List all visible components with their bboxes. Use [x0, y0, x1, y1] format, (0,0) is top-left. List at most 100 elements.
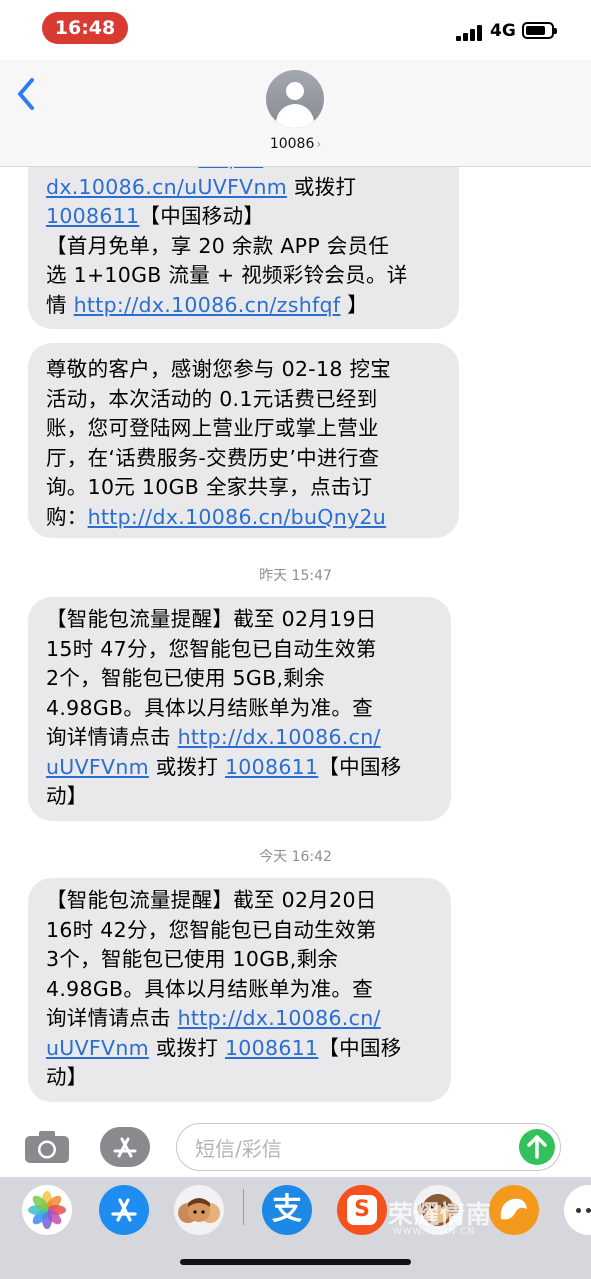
message-text: 】 [340, 292, 368, 317]
message-line: 厅，在‘话费服务-交费历史’中进行查 [46, 444, 443, 474]
message-line: 动】 [46, 782, 435, 812]
camera-button[interactable] [24, 1130, 70, 1164]
message-link[interactable]: dx.10086.cn/uUVFVnm [46, 175, 287, 199]
message-text: 【中国移动】 [139, 204, 265, 228]
imessage-app-drawer: 支 S 荣耀情南 WWW.YEWN.CN [0, 1177, 591, 1279]
message-line: 选 1+10GB 流量 + 视频彩铃会员。详 [46, 261, 443, 291]
status-time[interactable]: 16:48 [42, 12, 128, 44]
message-text: 购： [46, 504, 88, 529]
message-bubble[interactable]: 【智能包流量提醒】截至 02月20日 16时 42分，您智能包已自动生效第 3个，智… [28, 878, 451, 1102]
message-bubble[interactable]: 尊敬的客户，感谢您参与 02-18 挖宝 活动，本次活动的 0.1元话费已经到 账，… [28, 343, 459, 538]
message-line: 【智能包流量提醒】截至 02月19日 [46, 605, 435, 635]
message-text: 或拨打 [148, 754, 225, 779]
sogou-app-icon[interactable]: S [337, 1185, 387, 1235]
uc-browser-app-icon[interactable] [489, 1185, 539, 1235]
battery-icon [522, 22, 557, 39]
message-text: 情 [46, 292, 74, 317]
message-line: 情 http://dx.10086.cn/zshfqf 】 [46, 291, 443, 321]
message-link[interactable]: uUVFVnm [46, 1036, 149, 1060]
message-line: 【智能包流量提醒】截至 02月20日 [46, 886, 435, 916]
message-text: 询。10元 10GB 全家共享，点击订 [46, 475, 373, 499]
photos-app-icon[interactable] [22, 1185, 72, 1235]
timestamp-time: 15:47 [291, 568, 332, 584]
message-text: 【智能包流量提醒】截至 02月19日 [46, 607, 377, 631]
conversation-header: 10086 › [0, 60, 591, 167]
chevron-right-icon: › [316, 137, 322, 151]
message-timestamp: 今天 16:42 [0, 846, 591, 866]
message-line: 活动，本次活动的 0.1元话费已经到 [46, 385, 443, 415]
contact-avatar[interactable] [266, 70, 324, 128]
message-line: 动】 [46, 1063, 435, 1093]
message-text: 动】 [46, 784, 88, 808]
message-text: 【中国移 [318, 1035, 402, 1060]
message-line: 4.98GB。具体以月结账单为准。查 [46, 694, 435, 724]
message-text: 活动，本次活动的 0.1元话费已经到 [46, 386, 378, 411]
app-store-drawer-button[interactable] [100, 1127, 150, 1167]
watermark-logo: 荣耀情南 [388, 1200, 493, 1229]
message-text: 16时 42分，您智能包已自动生效第 [46, 917, 377, 942]
message-link[interactable]: http://dx.10086.cn/buQny2u [88, 505, 386, 529]
message-bubble[interactable]: 【智能包流量提醒】截至 02月19日 15时 47分，您智能包已自动生效第 2个，智… [28, 597, 451, 821]
network-type: 4G [490, 21, 516, 41]
message-text: 查询详情请点击 [46, 167, 198, 169]
contact-name-button[interactable]: 10086 › [0, 136, 591, 152]
timestamp-day: 昨天 [259, 568, 288, 584]
message-line: 4.98GB。具体以月结账单为准。查 [46, 975, 435, 1005]
status-bar: 16:48 4G [0, 0, 591, 60]
message-line: 3个，智能包已使用 10GB,剩余 [46, 945, 435, 975]
message-line: 2个，智能包已使用 5GB,剩余 [46, 664, 435, 694]
message-text: 【首月免单，享 20 余款 APP 会员任 [46, 233, 390, 258]
message-text: 或拨打 [287, 174, 357, 199]
more-apps-icon[interactable] [564, 1185, 591, 1235]
app-store-app-icon[interactable] [99, 1185, 149, 1235]
message-text: 动】 [46, 1065, 88, 1089]
person-icon [286, 82, 304, 100]
arrow-up-icon [527, 1135, 547, 1159]
timestamp-day: 今天 [259, 849, 288, 865]
message-line: 1008611【中国移动】 [46, 202, 443, 232]
message-line: 账，您可登陆网上营业厅或掌上营业 [46, 414, 443, 444]
message-text: 账，您可登陆网上营业厅或掌上营业 [46, 416, 379, 440]
message-input[interactable] [193, 1134, 497, 1164]
alipay-app-icon[interactable]: 支 [262, 1185, 312, 1235]
message-link[interactable]: http:// [198, 167, 263, 169]
message-link[interactable]: uUVFVnm [46, 755, 149, 779]
message-text: 15时 47分，您智能包已自动生效第 [46, 636, 377, 661]
message-timestamp: 昨天 15:47 [0, 565, 591, 585]
message-link[interactable]: 1008611 [225, 755, 318, 779]
home-indicator [180, 1259, 411, 1265]
message-thread[interactable]: 查询详情请点击 http://dx.10086.cn/uUVFVnm 或拨打10… [0, 167, 591, 1117]
cellular-signal-icon [456, 25, 484, 41]
message-line: dx.10086.cn/uUVFVnm 或拨打 [46, 173, 443, 203]
message-text: 询详情请点击 [46, 1006, 178, 1030]
message-text: 【中国移 [318, 754, 402, 779]
message-text: 尊敬的客户，感谢您参与 02-18 挖宝 [46, 357, 392, 381]
message-bubble[interactable]: 查询详情请点击 http://dx.10086.cn/uUVFVnm 或拨打10… [28, 167, 459, 329]
message-field[interactable] [176, 1123, 561, 1171]
watermark-url: WWW.YEWN.CN [393, 1227, 476, 1237]
message-text: 厅，在‘话费服务-交费历史’中进行查 [46, 445, 380, 470]
message-text: 选 1+10GB 流量 + 视频彩铃会员。详 [46, 263, 408, 287]
message-line: uUVFVnm 或拨打 1008611【中国移 [46, 1034, 435, 1064]
message-line: 16时 42分，您智能包已自动生效第 [46, 916, 435, 946]
message-text: 2个，智能包已使用 5GB,剩余 [46, 666, 325, 690]
message-text: 或拨打 [148, 1035, 225, 1060]
message-text: 3个，智能包已使用 10GB,剩余 [46, 947, 339, 971]
message-input-bar [0, 1117, 591, 1177]
back-button[interactable] [12, 74, 46, 114]
message-text: 询详情请点击 [46, 725, 178, 749]
message-link[interactable]: 1008611 [225, 1036, 318, 1060]
camera-icon [25, 1131, 69, 1163]
send-button[interactable] [519, 1129, 555, 1165]
message-text: 4.98GB。具体以月结账单为准。查 [46, 976, 373, 1001]
message-line: 尊敬的客户，感谢您参与 02-18 挖宝 [46, 355, 443, 385]
contact-name: 10086 [269, 136, 315, 152]
message-link[interactable]: 1008611 [46, 204, 139, 228]
message-link[interactable]: http://dx.10086.cn/ [178, 1006, 381, 1030]
message-link[interactable]: http://dx.10086.cn/ [178, 725, 381, 749]
message-line: 购：http://dx.10086.cn/buQny2u [46, 503, 443, 533]
timestamp-time: 16:42 [291, 849, 332, 865]
memoji-app-icon[interactable] [174, 1185, 224, 1235]
message-link[interactable]: http://dx.10086.cn/zshfqf [74, 293, 341, 317]
message-text: 【智能包流量提醒】截至 02月20日 [46, 888, 377, 912]
